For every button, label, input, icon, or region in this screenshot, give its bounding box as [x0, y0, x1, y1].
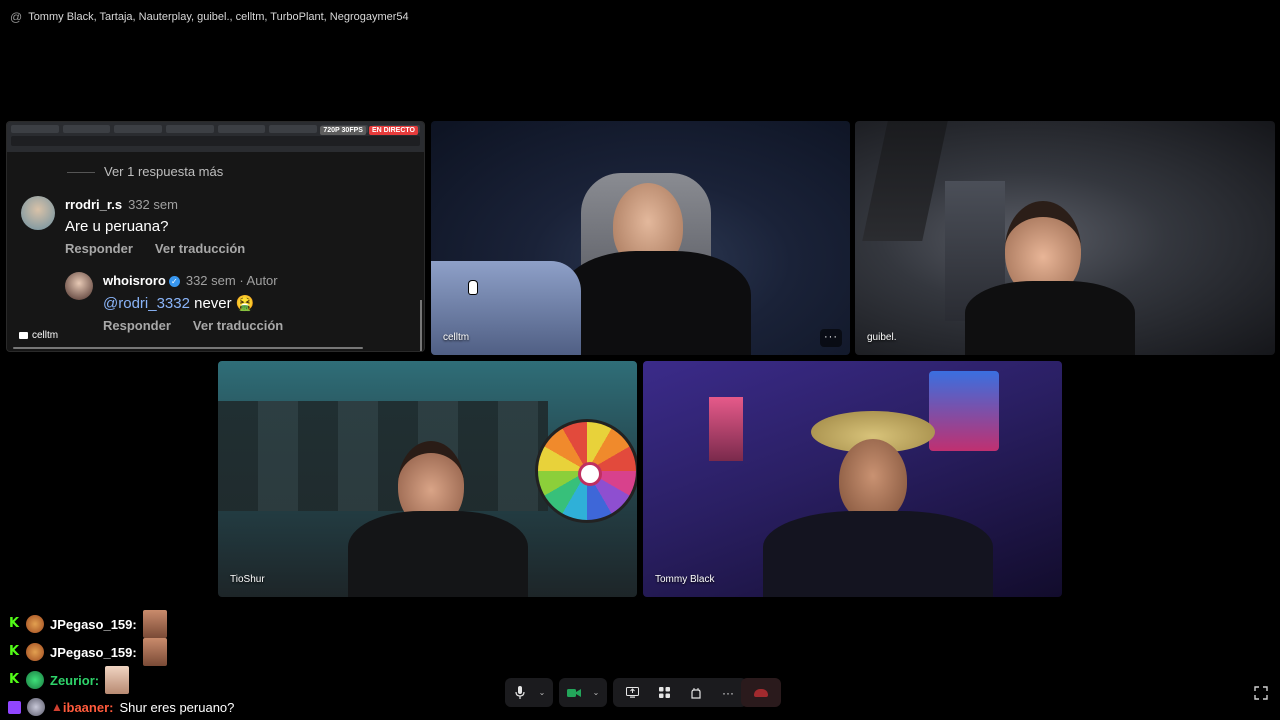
chat-message: K JPegaso_159:: [8, 638, 167, 666]
video-tile-celltm[interactable]: celltm ···: [431, 121, 850, 355]
verified-icon: ✓: [168, 276, 180, 287]
avatar: [26, 643, 44, 661]
chat-username: JPegaso_159:: [50, 616, 137, 632]
chat-text: Shur eres peruano?: [119, 699, 235, 715]
avatar: [26, 615, 44, 633]
kick-icon: K: [8, 672, 20, 687]
reply-link: Responder: [65, 241, 133, 256]
microphone-arm: [862, 121, 948, 241]
chevron-down-icon[interactable]: ⌄: [537, 684, 547, 702]
actions-group: ···: [613, 678, 747, 707]
microphone-icon[interactable]: [511, 684, 529, 702]
browser-address-bar: [11, 136, 420, 146]
avatar: [26, 671, 44, 689]
comment-meta: 332 sem: [128, 197, 178, 212]
emote-icon: [142, 610, 167, 638]
reply-link: Responder: [103, 318, 171, 333]
more-replies-link: Ver 1 respuesta más: [104, 164, 224, 179]
tile-name-tag: celltm: [19, 330, 58, 341]
person-body: [561, 251, 751, 355]
video-tile-guibel[interactable]: guibel.: [855, 121, 1275, 355]
chevron-down-icon[interactable]: ⌄: [591, 684, 601, 702]
avatar: [65, 272, 93, 300]
person-body: [763, 511, 993, 597]
camera-icon[interactable]: [565, 684, 583, 702]
activities-icon[interactable]: [655, 684, 673, 702]
chat-username: ibaaner:: [62, 699, 114, 715]
more-options-button[interactable]: ···: [820, 329, 842, 347]
comment-meta: 332 sem · Autor: [185, 273, 278, 288]
comment-reply: whoisroro ✓ 332 sem · Autor @rodri_3332 ne…: [65, 272, 283, 333]
kick-icon: K: [8, 644, 20, 659]
chat-message: K Zeurior:: [8, 666, 130, 694]
tile-name: guibel.: [867, 332, 897, 343]
chat-message: ▲ ibaaner: Shur eres peruano?: [8, 698, 234, 716]
twitch-icon: [8, 700, 21, 714]
disconnect-button[interactable]: [741, 678, 781, 707]
camera-group: ⌄: [559, 678, 607, 707]
more-icon[interactable]: ···: [719, 684, 737, 702]
warning-icon: ▲: [51, 700, 63, 714]
kick-icon: K: [8, 616, 20, 631]
disconnect-icon: [754, 688, 768, 697]
soundboard-icon[interactable]: [687, 684, 705, 702]
comment: rrodri_r.s 332 sem Are u peruana? Respond…: [21, 196, 245, 256]
person-head: [839, 439, 907, 521]
tile-name: celltm: [32, 330, 59, 341]
tile-name: Tommy Black: [655, 574, 715, 585]
at-icon: @: [10, 10, 23, 24]
comment-mention: @rodri_3332: [103, 295, 190, 312]
emote-icon: [105, 666, 130, 694]
divider: [67, 172, 95, 173]
emote-icon: [142, 638, 167, 666]
chat-username: Zeurior:: [50, 672, 100, 688]
chat-message: K JPegaso_159:: [8, 610, 167, 638]
fullscreen-icon[interactable]: [1254, 686, 1268, 700]
quality-badge: 720P 30FPS: [320, 126, 366, 135]
screen-share-tile[interactable]: 720P 30FPS EN DIRECTO Ver 1 respuesta má…: [6, 121, 425, 352]
stream-badges: 720P 30FPS EN DIRECTO: [320, 126, 418, 135]
translate-link: Ver traducción: [192, 318, 284, 333]
shelves: [218, 401, 548, 511]
mic-group: ⌄: [505, 678, 553, 707]
screen-share-icon[interactable]: [623, 684, 641, 702]
avatar: [27, 698, 45, 716]
call-controls: ⌄ ⌄ ···: [505, 678, 747, 707]
person-body: [965, 281, 1135, 355]
vertical-scrollbar: [420, 300, 422, 351]
translate-link: Ver traducción: [154, 241, 246, 256]
prize-wheel: [535, 419, 637, 523]
screen-share-icon: [19, 332, 28, 339]
tile-name: celltm: [443, 332, 470, 343]
shared-screen-content: Ver 1 respuesta más rrodri_r.s 332 sem Ar…: [7, 152, 424, 351]
comment-user: whoisroro: [103, 273, 166, 288]
tile-name: TioShur: [230, 574, 265, 585]
video-tile-tioshur[interactable]: TioShur: [218, 361, 637, 597]
person-body: [348, 511, 528, 597]
participants-bar: @ Tommy Black, Tartaja, Nauterplay, guib…: [10, 8, 409, 26]
comment-user: rrodri_r.s: [65, 197, 123, 212]
avatar: [21, 196, 55, 230]
comment-text: Are u peruana?: [65, 218, 169, 235]
video-tile-tommy-black[interactable]: Tommy Black: [643, 361, 1062, 597]
live-badge: EN DIRECTO: [368, 126, 418, 135]
poster: [929, 371, 999, 451]
comment-text: never 🤮: [189, 295, 255, 312]
participants-list: Tommy Black, Tartaja, Nauterplay, guibel…: [28, 11, 409, 23]
poster: [709, 397, 743, 461]
chat-username: JPegaso_159:: [50, 644, 137, 660]
horizontal-scrollbar: [13, 347, 363, 349]
